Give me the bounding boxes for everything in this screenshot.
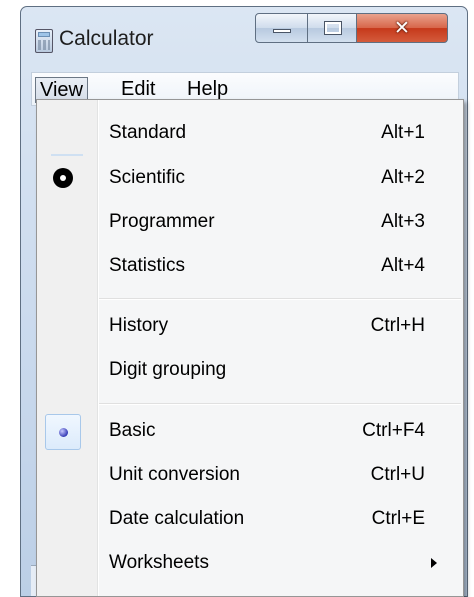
menu-item-basic[interactable]: Basic Ctrl+F4: [37, 410, 463, 454]
close-button[interactable]: ✕: [356, 13, 448, 43]
menu-item-label: Basic: [109, 420, 156, 441]
radio-dot-icon: [59, 428, 68, 437]
close-icon: ✕: [394, 17, 410, 39]
menu-item-shortcut: Alt+2: [381, 167, 425, 188]
title-bar[interactable]: Calculator ✕: [21, 7, 467, 73]
menu-item-scientific[interactable]: Scientific Alt+2: [37, 157, 463, 201]
menu-item-standard[interactable]: Standard Alt+1: [37, 112, 463, 156]
menu-item-label: Scientific: [109, 167, 186, 188]
menu-item-date-calculation[interactable]: Date calculation Ctrl+E: [37, 498, 463, 542]
radio-selected-indicator: [45, 414, 81, 450]
menu-separator: [99, 298, 461, 300]
menu-item-history[interactable]: History Ctrl+H: [37, 305, 463, 349]
menu-item-shortcut: Ctrl+H: [370, 315, 425, 336]
maximize-button[interactable]: [307, 13, 357, 43]
maximize-icon: [324, 21, 342, 35]
menu-item-shortcut: Alt+4: [381, 255, 425, 276]
menu-item-label: History: [109, 315, 169, 336]
radio-bullet-icon: [53, 168, 73, 188]
menu-edit[interactable]: Edit: [121, 77, 155, 101]
window-title: Calculator: [59, 27, 154, 50]
minimize-button[interactable]: [255, 13, 308, 43]
menu-item-shortcut: Ctrl+F4: [362, 420, 425, 441]
submenu-arrow-icon: [431, 558, 437, 568]
menu-item-unit-conversion[interactable]: Unit conversion Ctrl+U: [37, 454, 463, 498]
menu-item-label: Standard: [109, 122, 187, 143]
menu-item-label: Digit grouping: [109, 359, 227, 380]
menu-help[interactable]: Help: [187, 77, 228, 101]
menu-item-label: Date calculation: [109, 508, 245, 529]
minimize-icon: [273, 29, 291, 33]
menu-item-digit-grouping[interactable]: Digit grouping: [37, 349, 463, 393]
gutter-highlight-line: [51, 154, 83, 156]
menu-item-shortcut: Alt+3: [381, 211, 425, 232]
menu-separator: [99, 403, 461, 405]
menu-item-programmer[interactable]: Programmer Alt+3: [37, 201, 463, 245]
menu-item-shortcut: Ctrl+E: [371, 508, 425, 529]
menu-item-label: Unit conversion: [109, 464, 240, 485]
menu-item-label: Worksheets: [109, 552, 209, 573]
menu-item-shortcut: Ctrl+U: [370, 464, 425, 485]
view-menu-dropdown: Standard Alt+1 Scientific Alt+2 Programm…: [36, 99, 464, 597]
menu-item-label: Statistics: [109, 255, 186, 276]
menu-item-worksheets[interactable]: Worksheets: [37, 542, 463, 586]
calculator-icon[interactable]: [35, 29, 53, 53]
menu-item-statistics[interactable]: Statistics Alt+4: [37, 245, 463, 289]
menu-item-label: Programmer: [109, 211, 215, 232]
menu-item-shortcut: Alt+1: [381, 122, 425, 143]
